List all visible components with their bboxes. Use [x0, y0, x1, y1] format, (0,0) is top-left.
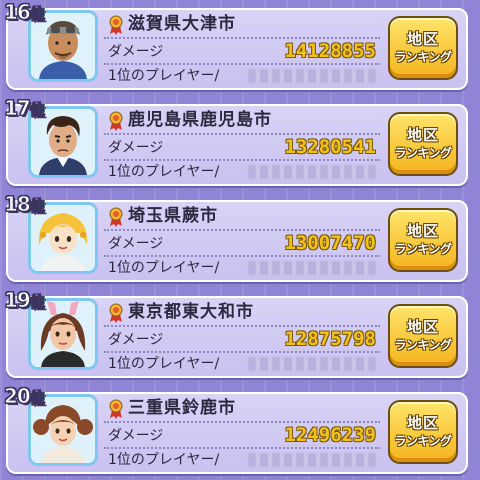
- rank-number: 16位: [4, 0, 46, 25]
- divider: [104, 255, 380, 257]
- ranking-row: 16位 滋賀県大津市 ダメージ 14128855 1位のプレイヤー/ 地区 ラン…: [0, 0, 480, 90]
- top-player-name-blurred: [248, 69, 376, 83]
- ranking-row: 20位 三重県鈴鹿市 ダメージ 12496239 1位のプレイヤー/ 地区 ラン…: [0, 384, 480, 474]
- divider: [104, 159, 380, 161]
- region-ranking-button-line2: ランキング: [394, 338, 452, 352]
- damage-label: ダメージ: [108, 44, 164, 60]
- ranking-row: 19位 東京都東大和市 ダメージ 12875798 1位のプレイヤー/ 地区 ラ…: [0, 288, 480, 378]
- ranking-list: 16位 滋賀県大津市 ダメージ 14128855 1位のプレイヤー/ 地区 ラン…: [0, 0, 480, 480]
- region-ranking-button-line2: ランキング: [394, 434, 452, 448]
- top-player-name-blurred: [248, 165, 376, 179]
- divider: [104, 351, 380, 353]
- city-name: 滋賀県大津市: [128, 14, 236, 34]
- region-ranking-button-line1: 地区: [406, 126, 439, 144]
- damage-value: 12875798: [284, 328, 376, 350]
- divider: [104, 421, 380, 423]
- region-ranking-button-line1: 地区: [406, 30, 439, 48]
- rank-number: 17位: [4, 96, 46, 121]
- top-player-name-blurred: [248, 357, 376, 371]
- top-player-label: 1位のプレイヤー/: [108, 356, 220, 372]
- region-ranking-button[interactable]: 地区 ランキング: [388, 112, 458, 176]
- damage-value: 13007470: [284, 232, 376, 254]
- divider: [104, 325, 380, 327]
- city-name: 東京都東大和市: [128, 302, 254, 322]
- damage-value: 14128855: [284, 40, 376, 62]
- damage-label: ダメージ: [108, 140, 164, 156]
- divider: [104, 63, 380, 65]
- region-ranking-button[interactable]: 地区 ランキング: [388, 16, 458, 80]
- region-ranking-button-line2: ランキング: [394, 242, 452, 256]
- region-ranking-button[interactable]: 地区 ランキング: [388, 400, 458, 464]
- city-name: 鹿児島県鹿児島市: [128, 110, 272, 130]
- medal-icon: [109, 399, 123, 419]
- damage-label: ダメージ: [108, 332, 164, 348]
- divider: [104, 133, 380, 135]
- region-ranking-button-line1: 地区: [406, 318, 439, 336]
- medal-icon: [109, 303, 123, 323]
- city-name: 埼玉県蕨市: [128, 206, 218, 226]
- top-player-label: 1位のプレイヤー/: [108, 260, 220, 276]
- top-player-label: 1位のプレイヤー/: [108, 68, 220, 84]
- ranking-row: 17位 鹿児島県鹿児島市 ダメージ 13280541 1位のプレイヤー/ 地区 …: [0, 96, 480, 186]
- divider: [104, 37, 380, 39]
- region-ranking-button-line2: ランキング: [394, 50, 452, 64]
- top-player-name-blurred: [248, 453, 376, 467]
- medal-icon: [109, 15, 123, 35]
- medal-icon: [109, 207, 123, 227]
- region-ranking-button[interactable]: 地区 ランキング: [388, 208, 458, 272]
- damage-label: ダメージ: [108, 236, 164, 252]
- medal-icon: [109, 111, 123, 131]
- rank-number: 19位: [4, 288, 46, 313]
- rank-number: 18位: [4, 192, 46, 217]
- rank-number: 20位: [4, 384, 46, 409]
- city-name: 三重県鈴鹿市: [128, 398, 236, 418]
- top-player-label: 1位のプレイヤー/: [108, 452, 220, 468]
- region-ranking-button-line1: 地区: [406, 222, 439, 240]
- damage-value: 12496239: [284, 424, 376, 446]
- divider: [104, 447, 380, 449]
- damage-value: 13280541: [284, 136, 376, 158]
- region-ranking-button-line2: ランキング: [394, 146, 452, 160]
- ranking-row: 18位 埼玉県蕨市 ダメージ 13007470 1位のプレイヤー/ 地区 ランキ…: [0, 192, 480, 282]
- divider: [104, 229, 380, 231]
- region-ranking-button-line1: 地区: [406, 414, 439, 432]
- region-ranking-button[interactable]: 地区 ランキング: [388, 304, 458, 368]
- damage-label: ダメージ: [108, 428, 164, 444]
- top-player-label: 1位のプレイヤー/: [108, 164, 220, 180]
- top-player-name-blurred: [248, 261, 376, 275]
